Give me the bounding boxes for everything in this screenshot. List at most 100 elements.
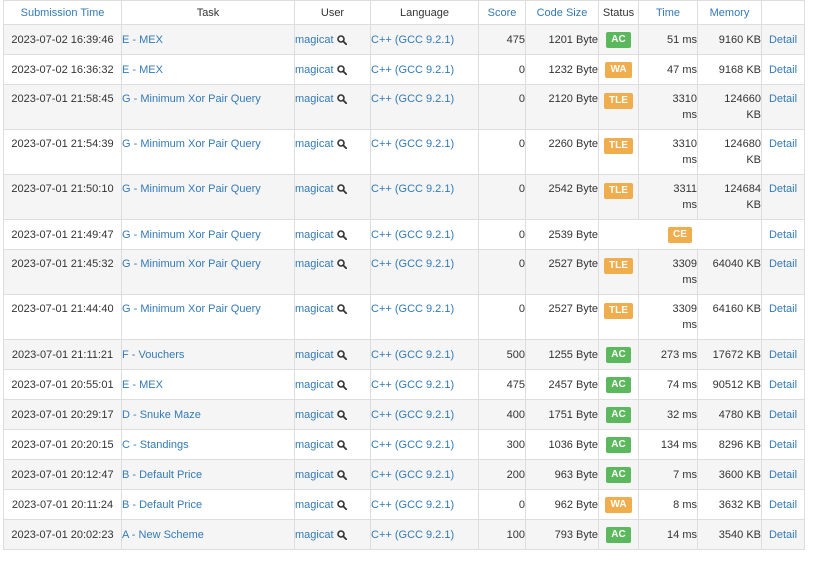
sort-time-link[interactable]: Time [656, 7, 680, 19]
user-link[interactable]: magicat [295, 258, 334, 270]
user-link[interactable]: magicat [295, 379, 334, 391]
detail-link[interactable]: Detail [769, 93, 797, 105]
user-link[interactable]: magicat [295, 409, 334, 421]
task-link[interactable]: G - Minimum Xor Pair Query [122, 93, 261, 105]
task-link[interactable]: G - Minimum Xor Pair Query [122, 183, 261, 195]
col-code-size[interactable]: Code Size [525, 0, 599, 25]
language-link[interactable]: C++ (GCC 9.2.1) [371, 529, 454, 541]
user-link[interactable]: magicat [295, 469, 334, 481]
status-badge[interactable]: TLE [604, 303, 633, 319]
search-icon[interactable] [336, 229, 347, 240]
detail-link[interactable]: Detail [769, 439, 797, 451]
status-badge[interactable]: AC [606, 346, 631, 363]
language-link[interactable]: C++ (GCC 9.2.1) [371, 349, 454, 361]
search-icon[interactable] [336, 349, 347, 360]
status-badge[interactable]: TLE [604, 138, 633, 154]
task-link[interactable]: D - Snuke Maze [122, 409, 201, 421]
task-link[interactable]: B - Default Price [122, 499, 202, 511]
status-badge[interactable]: AC [606, 526, 631, 543]
task-link[interactable]: E - MEX [122, 34, 163, 46]
user-link[interactable]: magicat [295, 93, 334, 105]
status-badge[interactable]: WA [605, 61, 632, 78]
search-icon[interactable] [336, 184, 347, 194]
detail-link[interactable]: Detail [769, 409, 797, 421]
detail-link[interactable]: Detail [769, 469, 797, 481]
task-link[interactable]: E - MEX [122, 64, 163, 76]
language-link[interactable]: C++ (GCC 9.2.1) [371, 138, 454, 150]
search-icon[interactable] [336, 259, 347, 269]
task-link[interactable]: G - Minimum Xor Pair Query [122, 229, 261, 241]
user-link[interactable]: magicat [295, 183, 334, 195]
status-badge[interactable]: AC [606, 376, 631, 393]
task-link[interactable]: F - Vouchers [122, 349, 184, 361]
detail-link[interactable]: Detail [769, 64, 797, 76]
language-link[interactable]: C++ (GCC 9.2.1) [371, 379, 454, 391]
task-link[interactable]: A - New Scheme [122, 529, 204, 541]
user-link[interactable]: magicat [295, 34, 334, 46]
sort-submission-time-link[interactable]: Submission Time [21, 7, 105, 19]
sort-memory-link[interactable]: Memory [710, 7, 750, 19]
task-link[interactable]: G - Minimum Xor Pair Query [122, 303, 261, 315]
language-link[interactable]: C++ (GCC 9.2.1) [371, 409, 454, 421]
search-icon[interactable] [336, 409, 347, 420]
search-icon[interactable] [336, 379, 347, 390]
language-link[interactable]: C++ (GCC 9.2.1) [371, 469, 454, 481]
status-badge[interactable]: AC [606, 466, 631, 483]
language-link[interactable]: C++ (GCC 9.2.1) [371, 183, 454, 195]
detail-link[interactable]: Detail [769, 258, 797, 270]
search-icon[interactable] [336, 529, 347, 540]
search-icon[interactable] [336, 64, 347, 75]
task-link[interactable]: E - MEX [122, 379, 163, 391]
language-link[interactable]: C++ (GCC 9.2.1) [371, 64, 454, 76]
language-link[interactable]: C++ (GCC 9.2.1) [371, 93, 454, 105]
col-submission-time[interactable]: Submission Time [3, 0, 122, 25]
user-link[interactable]: magicat [295, 138, 334, 150]
sort-code-size-link[interactable]: Code Size [537, 7, 588, 19]
task-link[interactable]: C - Standings [122, 439, 189, 451]
status-badge[interactable]: CE [668, 226, 692, 243]
search-icon[interactable] [336, 304, 347, 314]
user-link[interactable]: magicat [295, 439, 334, 451]
task-link[interactable]: G - Minimum Xor Pair Query [122, 138, 261, 150]
search-icon[interactable] [336, 94, 347, 104]
language-link[interactable]: C++ (GCC 9.2.1) [371, 439, 454, 451]
language-link[interactable]: C++ (GCC 9.2.1) [371, 499, 454, 511]
status-badge[interactable]: TLE [604, 183, 633, 199]
user-link[interactable]: magicat [295, 64, 334, 76]
search-icon[interactable] [336, 439, 347, 450]
search-icon[interactable] [336, 34, 347, 45]
detail-link[interactable]: Detail [769, 379, 797, 391]
task-link[interactable]: G - Minimum Xor Pair Query [122, 258, 261, 270]
col-score[interactable]: Score [478, 0, 526, 25]
search-icon[interactable] [336, 469, 347, 480]
status-badge[interactable]: AC [606, 406, 631, 423]
status-badge[interactable]: WA [605, 496, 632, 513]
detail-link[interactable]: Detail [769, 349, 797, 361]
user-link[interactable]: magicat [295, 529, 334, 541]
detail-link[interactable]: Detail [769, 34, 797, 46]
detail-link[interactable]: Detail [769, 303, 797, 315]
language-link[interactable]: C++ (GCC 9.2.1) [371, 303, 454, 315]
detail-link[interactable]: Detail [769, 529, 797, 541]
search-icon[interactable] [336, 499, 347, 510]
detail-link[interactable]: Detail [769, 499, 797, 511]
status-badge[interactable]: TLE [604, 93, 633, 109]
sort-score-link[interactable]: Score [488, 7, 517, 19]
detail-link[interactable]: Detail [769, 229, 797, 241]
task-link[interactable]: B - Default Price [122, 469, 202, 481]
status-badge[interactable]: TLE [604, 258, 633, 274]
language-link[interactable]: C++ (GCC 9.2.1) [371, 229, 454, 241]
user-link[interactable]: magicat [295, 349, 334, 361]
detail-link[interactable]: Detail [769, 138, 797, 150]
col-memory[interactable]: Memory [697, 0, 762, 25]
detail-link[interactable]: Detail [769, 183, 797, 195]
status-badge[interactable]: AC [606, 436, 631, 453]
user-link[interactable]: magicat [295, 499, 334, 511]
language-link[interactable]: C++ (GCC 9.2.1) [371, 34, 454, 46]
status-badge[interactable]: AC [606, 31, 631, 48]
language-link[interactable]: C++ (GCC 9.2.1) [371, 258, 454, 270]
user-link[interactable]: magicat [295, 229, 334, 241]
col-time[interactable]: Time [638, 0, 698, 25]
user-link[interactable]: magicat [295, 303, 334, 315]
search-icon[interactable] [336, 139, 347, 149]
